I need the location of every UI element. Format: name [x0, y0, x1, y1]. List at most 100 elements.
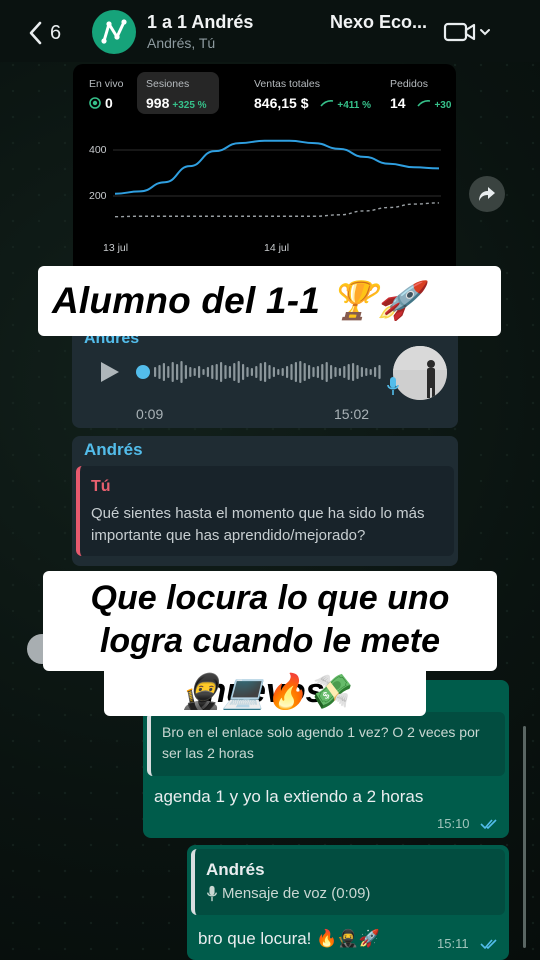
waveform-bar — [290, 364, 293, 380]
read-receipt-icon — [480, 819, 497, 830]
series-line-current — [114, 139, 440, 195]
waveform-bar — [233, 363, 236, 381]
playhead-dot — [136, 365, 150, 379]
chat-title-tail[interactable]: Nexo Eco... — [330, 12, 427, 33]
waveform-bar — [176, 364, 179, 380]
waveform-bar — [255, 366, 258, 378]
quoted-reply[interactable] — [191, 849, 505, 915]
waveform-bar — [330, 365, 333, 379]
waveform-bar — [154, 367, 157, 377]
chevron-down-icon — [480, 29, 490, 36]
waveform-bar — [167, 366, 170, 378]
read-receipt-icon — [480, 939, 497, 950]
waveform-bar — [338, 368, 341, 376]
waveform-bar — [180, 361, 183, 383]
video-camera-icon — [443, 22, 476, 42]
chevron-left-icon — [29, 21, 42, 45]
waveform-bar — [321, 364, 324, 380]
waveform-bar — [215, 364, 218, 380]
waveform-bar — [250, 368, 253, 376]
sender-avatar[interactable] — [393, 346, 447, 400]
x-tick-label: 14 jul — [264, 242, 290, 254]
waveform-bar — [352, 363, 355, 381]
waveform-bar — [202, 369, 205, 375]
play-button[interactable] — [97, 360, 121, 384]
forward-arrow-icon — [479, 187, 495, 201]
x-tick-label: 13 jul — [103, 242, 129, 254]
waveform-bar — [277, 369, 280, 375]
message-sender[interactable]: Andrés — [84, 440, 143, 460]
waveform-bar — [264, 362, 267, 382]
caption-text: Alumno del 1-1 — [52, 279, 320, 321]
overlay-caption-top: Alumno del 1-1 🏆🚀 — [38, 266, 501, 336]
person-silhouette-icon — [393, 346, 447, 400]
waveform-bar — [281, 368, 284, 376]
series-line-previous — [114, 202, 440, 218]
waveform-bar — [303, 363, 306, 381]
unread-count: 6 — [50, 21, 62, 44]
nexo-logo-icon — [101, 19, 127, 44]
waveform-bar — [158, 365, 161, 379]
chat-participants: Andrés, Tú — [147, 35, 216, 51]
waveform-bar — [193, 368, 196, 376]
waveform-bar — [211, 365, 214, 379]
waveform-bar — [374, 367, 377, 377]
video-call-button[interactable] — [443, 20, 491, 44]
audio-waveform[interactable] — [136, 358, 386, 386]
waveform-bar — [378, 365, 381, 379]
waveform-bar — [228, 366, 231, 378]
message-text: agenda 1 y yo la extiendo a 2 horas — [154, 787, 424, 806]
waveform-bar — [365, 368, 368, 376]
group-avatar[interactable] — [92, 10, 136, 54]
overlay-caption-bottom: huevos 🥷💻🔥💸 — [104, 664, 426, 716]
waveform-bar — [242, 364, 245, 380]
waveform-bar — [308, 365, 311, 379]
quoted-voice-note: Mensaje de voz (0:09) — [206, 885, 370, 902]
waveform-bar — [369, 369, 372, 375]
waveform-bar — [343, 366, 346, 378]
caption-line: Que locura lo que uno — [90, 579, 450, 617]
waveform-bar — [162, 363, 165, 381]
waveform-bar — [272, 367, 275, 377]
message-text: bro que locura! 🔥🥷🚀 — [198, 929, 380, 949]
microphone-icon — [387, 377, 399, 395]
caption-emoji: 🥷💻🔥💸 — [180, 673, 350, 711]
waveform-bar — [189, 367, 192, 377]
chat-title[interactable]: 1 a 1 Andrés — [147, 12, 253, 33]
waveform-bar — [224, 365, 227, 379]
waveform-bar — [184, 365, 187, 379]
message-timestamp: 15:11 — [437, 936, 469, 951]
waveform-bar — [246, 367, 249, 377]
waveform-bar — [356, 365, 359, 379]
waveform-bar — [198, 366, 201, 378]
waveform-bar — [325, 362, 328, 382]
quoted-text: Qué sientes hasta el momento que ha sido… — [91, 505, 425, 544]
waveform-bar — [294, 362, 297, 382]
caption-line: logra cuando le mete — [99, 622, 441, 660]
shared-dashboard-image[interactable]: En vivo 0 Sesiones 998 +325 % Ventas tota… — [73, 64, 456, 278]
microphone-icon — [207, 885, 217, 902]
waveform-bar — [347, 364, 350, 380]
waveform-bar — [206, 367, 209, 377]
forward-button[interactable] — [469, 176, 505, 212]
waveform-bar — [334, 367, 337, 377]
play-icon — [101, 362, 119, 382]
waveform-bar — [268, 365, 271, 379]
quoted-voice-label: Mensaje de voz (0:09) — [222, 885, 371, 902]
quoted-author: Andrés — [206, 860, 265, 879]
voice-duration: 0:09 — [136, 406, 164, 422]
back-button[interactable]: 6 — [28, 18, 82, 48]
y-tick-label: 400 — [89, 144, 107, 156]
quoted-text: Bro en el enlace solo agendo 1 vez? O 2 … — [162, 724, 480, 761]
y-tick-label: 200 — [89, 190, 107, 202]
waveform-bar — [286, 366, 289, 378]
quoted-author: Tú — [91, 478, 111, 495]
scrollbar[interactable] — [523, 726, 526, 948]
waveform-bar — [220, 362, 223, 382]
waveform-bar — [259, 363, 262, 381]
message-emoji: 🔥🥷🚀 — [316, 929, 380, 948]
waveform-bar — [312, 367, 315, 377]
message-timestamp: 15:02 — [334, 406, 370, 422]
waveform-bar — [237, 361, 240, 383]
caption-emoji: 🏆🚀 — [330, 279, 424, 321]
